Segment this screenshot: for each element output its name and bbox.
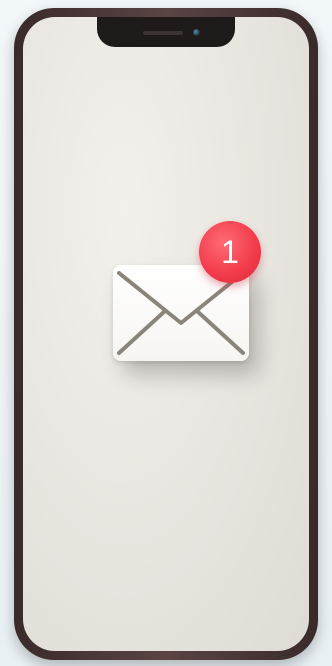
earpiece-speaker bbox=[143, 31, 183, 35]
phone-frame: 1 bbox=[14, 8, 318, 660]
notch bbox=[97, 17, 235, 47]
mail-notification[interactable]: 1 bbox=[113, 221, 261, 365]
phone-screen: 1 bbox=[23, 17, 309, 651]
unread-count: 1 bbox=[221, 233, 239, 270]
front-camera-icon bbox=[193, 29, 200, 36]
scene: 1 bbox=[0, 0, 332, 666]
unread-count-badge: 1 bbox=[199, 221, 261, 283]
